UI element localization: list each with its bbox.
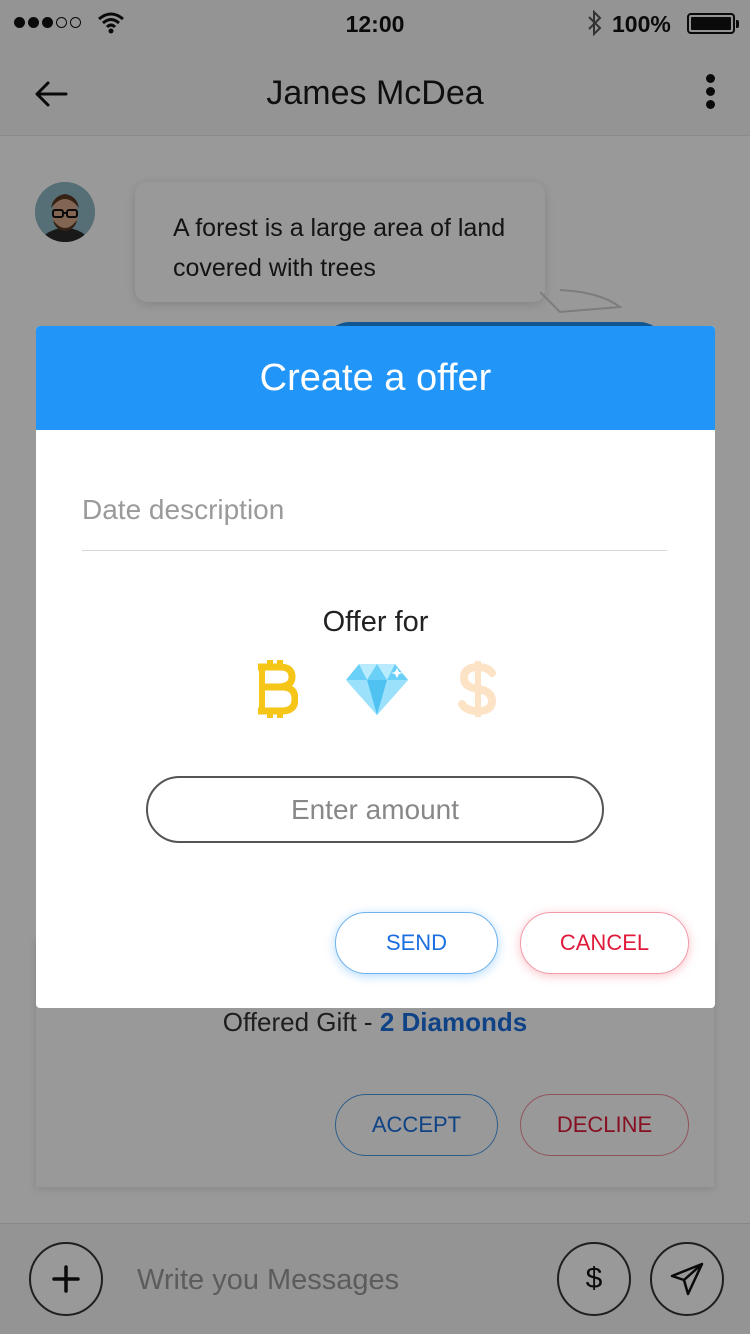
send-button[interactable]: SEND (335, 912, 498, 974)
offer-for-label: Offer for (322, 606, 429, 638)
dollar-option[interactable] (443, 656, 513, 722)
date-description-input[interactable] (82, 481, 667, 551)
amount-input[interactable] (146, 776, 604, 843)
cancel-button[interactable]: CANCEL (520, 912, 689, 974)
diamond-option[interactable] (342, 656, 412, 722)
bitcoin-option[interactable] (240, 656, 310, 722)
diamond-icon (346, 664, 408, 715)
dollar-icon (458, 661, 497, 717)
dialog-title: Create a offer (259, 356, 492, 399)
dialog-header: Create a offer (36, 326, 715, 430)
bitcoin-icon (258, 660, 298, 718)
create-offer-dialog: Create a offer Offer for SEND CANCEL (36, 326, 715, 1008)
